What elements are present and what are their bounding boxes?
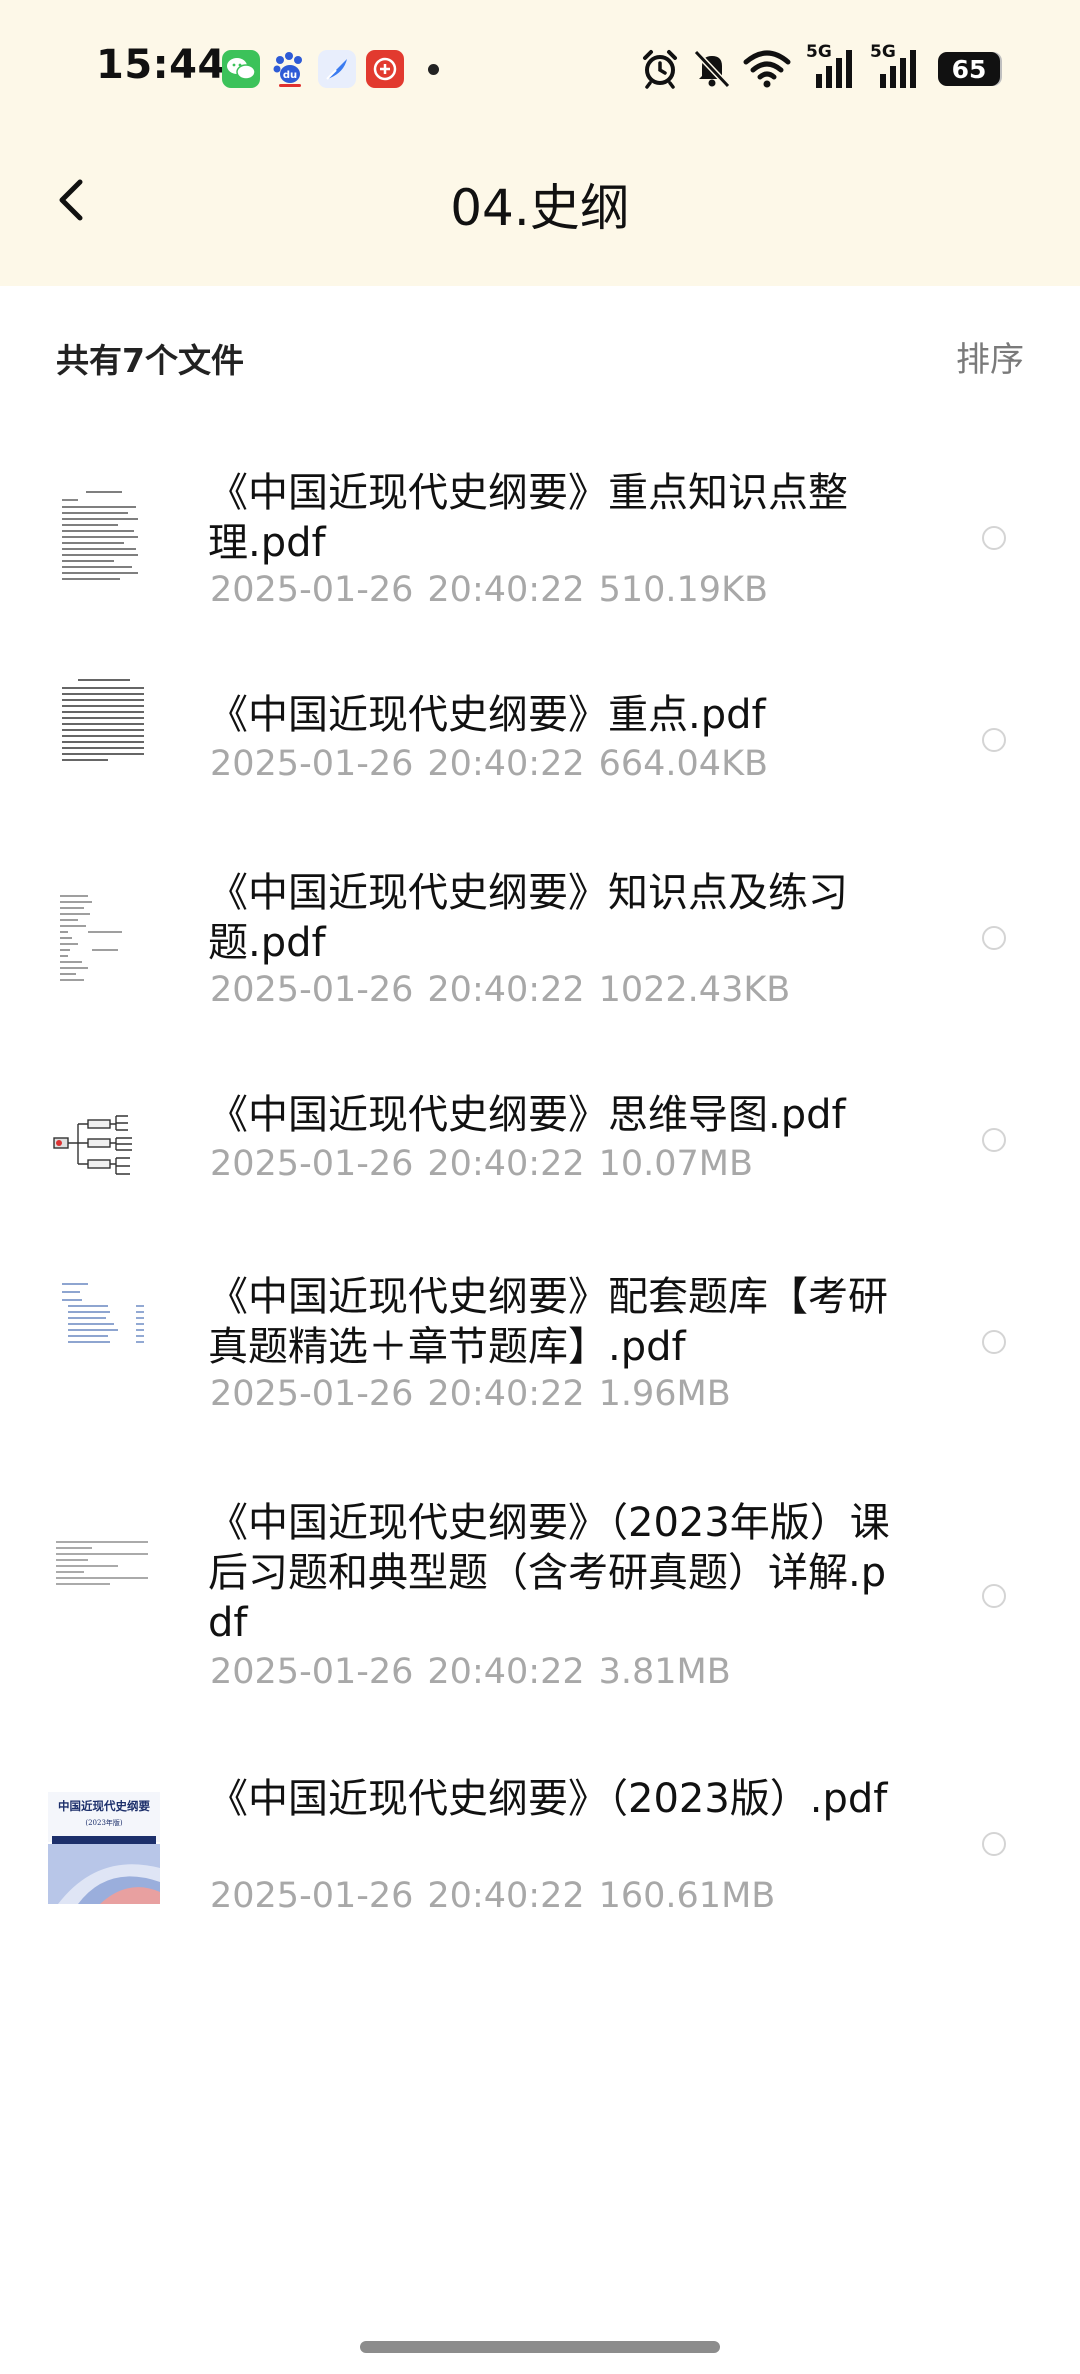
select-radio[interactable] <box>982 1330 1006 1354</box>
battery-indicator: 65 <box>938 52 1000 86</box>
file-size: 664.04KB <box>598 744 769 784</box>
file-meta: 2025-01-26 20:40:22 510.19KB <box>210 570 768 610</box>
file-name: 《中国近现代史纲要》配套题库【考研真题精选＋章节题库】.pdf <box>208 1274 888 1370</box>
select-radio[interactable] <box>982 1128 1006 1152</box>
list-item[interactable]: 《中国近现代史纲要》思维导图.pdf 2025-01-26 20:40:22 10.… <box>0 1052 1080 1230</box>
svg-text:du: du <box>283 70 297 81</box>
mute-bell-icon <box>693 49 731 89</box>
file-size: 1022.43KB <box>598 970 791 1010</box>
file-count-label: 共有7个文件 <box>56 341 244 380</box>
file-size: 1.96MB <box>598 1374 731 1414</box>
summary-row: 共有7个文件 排序 <box>0 286 1080 426</box>
file-name: 《中国近现代史纲要》重点知识点整理.pdf <box>208 470 848 566</box>
status-bar: 15:44 du 5G 5G 65 <box>0 0 1080 140</box>
list-item[interactable]: 《中国近现代史纲要》重点知识点整理.pdf 2025-01-26 20:40:22… <box>0 426 1080 626</box>
text-document-thumbnail <box>48 480 160 592</box>
signal-label: 5G <box>870 42 896 62</box>
book-cover-thumbnail: 中国近现代史纲要 (2023年版) <box>48 1792 160 1904</box>
file-time: 20:40:22 <box>427 970 585 1010</box>
file-date: 2025-01-26 <box>210 744 414 784</box>
file-time: 20:40:22 <box>427 1144 585 1184</box>
mind-map-thumbnail <box>48 1094 160 1206</box>
page-title: 04.史纲 <box>450 179 630 237</box>
file-date: 2025-01-26 <box>210 570 414 610</box>
cover-title: 中国近现代史纲要 <box>58 1799 150 1813</box>
select-radio[interactable] <box>982 728 1006 752</box>
baidu-icon: du <box>270 50 308 88</box>
top-header: 15:44 du 5G 5G 65 04.史纲 <box>0 0 1080 286</box>
file-name: 《中国近现代史纲要》思维导图.pdf <box>208 1092 846 1138</box>
file-name: 《中国近现代史纲要》重点.pdf <box>208 692 766 738</box>
file-date: 2025-01-26 <box>210 1144 414 1184</box>
list-item[interactable]: 中国近现代史纲要 (2023年版) 《中国近现代史纲要》（2023版）.pdf … <box>0 1732 1080 1958</box>
dense-text-thumbnail <box>48 668 160 780</box>
select-radio[interactable] <box>982 526 1006 550</box>
file-time: 20:40:22 <box>427 1652 585 1692</box>
file-date: 2025-01-26 <box>210 970 414 1010</box>
file-meta: 2025-01-26 20:40:22 3.81MB <box>210 1652 731 1692</box>
file-size: 510.19KB <box>598 570 769 610</box>
file-date: 2025-01-26 <box>210 1876 414 1916</box>
list-item[interactable]: 《中国近现代史纲要》配套题库【考研真题精选＋章节题库】.pdf 2025-01-… <box>0 1230 1080 1456</box>
wifi-icon <box>743 50 791 88</box>
more-notifications-dot <box>428 64 439 75</box>
file-date: 2025-01-26 <box>210 1652 414 1692</box>
status-time: 15:44 <box>96 42 226 88</box>
file-date: 2025-01-26 <box>210 1374 414 1414</box>
file-time: 20:40:22 <box>427 744 585 784</box>
outline-text-thumbnail <box>48 886 160 998</box>
list-item[interactable]: 《中国近现代史纲要》重点.pdf 2025-01-26 20:40:22 664.0… <box>0 626 1080 826</box>
file-time: 20:40:22 <box>427 1374 585 1414</box>
file-size: 10.07MB <box>598 1144 754 1184</box>
table-of-contents-thumbnail <box>48 1272 160 1384</box>
signal-label: 5G <box>806 42 832 62</box>
sort-button[interactable]: 排序 <box>956 332 1024 381</box>
file-time: 20:40:22 <box>427 570 585 610</box>
home-indicator[interactable] <box>360 2341 720 2353</box>
signal-5g-icon-2: 5G <box>870 42 924 90</box>
file-name: 《中国近现代史纲要》知识点及练习题.pdf <box>208 870 848 966</box>
file-meta: 2025-01-26 20:40:22 1.96MB <box>210 1374 731 1414</box>
file-meta: 2025-01-26 20:40:22 664.04KB <box>210 744 768 784</box>
signal-5g-icon-1: 5G <box>806 42 860 90</box>
alarm-icon <box>643 50 677 89</box>
select-radio[interactable] <box>982 926 1006 950</box>
select-radio[interactable] <box>982 1832 1006 1856</box>
file-time: 20:40:22 <box>427 1876 585 1916</box>
sparse-text-thumbnail <box>48 1528 160 1640</box>
file-size: 160.61MB <box>598 1876 776 1916</box>
wechat-icon <box>222 50 260 88</box>
gift-app-icon <box>366 50 404 88</box>
feather-app-icon <box>318 50 356 88</box>
file-size: 3.81MB <box>598 1652 731 1692</box>
select-radio[interactable] <box>982 1584 1006 1608</box>
file-meta: 2025-01-26 20:40:22 160.61MB <box>210 1876 775 1916</box>
cover-subtitle: (2023年版) <box>85 1819 123 1827</box>
list-item[interactable]: 《中国近现代史纲要》（2023年版）课后习题和典型题（含考研真题）详解.pdf … <box>0 1456 1080 1732</box>
file-name: 《中国近现代史纲要》（2023年版）课后习题和典型题（含考研真题）详解.pdf <box>208 1500 890 1646</box>
list-item[interactable]: 《中国近现代史纲要》知识点及练习题.pdf 2025-01-26 20:40:22… <box>0 826 1080 1052</box>
file-meta: 2025-01-26 20:40:22 10.07MB <box>210 1144 753 1184</box>
file-name: 《中国近现代史纲要》（2023版）.pdf <box>208 1776 888 1822</box>
file-meta: 2025-01-26 20:40:22 1022.43KB <box>210 970 790 1010</box>
